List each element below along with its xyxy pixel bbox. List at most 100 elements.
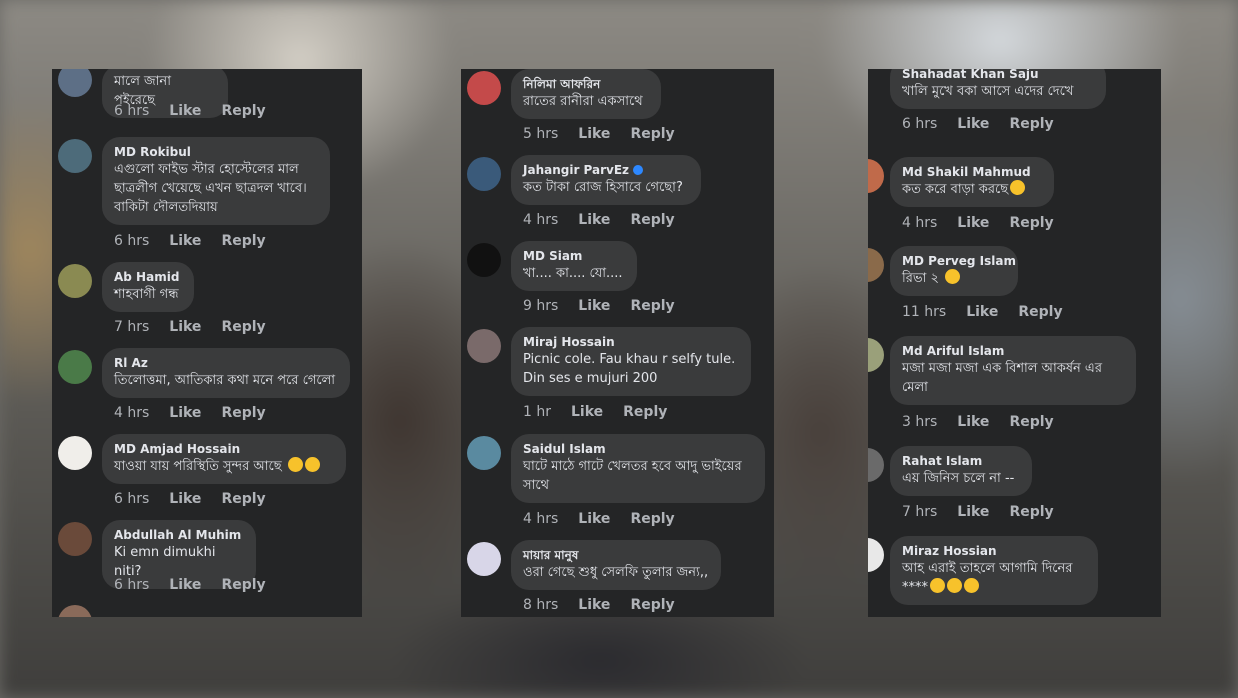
avatar[interactable]: [868, 338, 884, 372]
like-button[interactable]: Like: [169, 103, 201, 119]
comment-author[interactable]: Jahangir ParvEz: [523, 163, 629, 177]
like-button[interactable]: Like: [169, 491, 201, 507]
comment-time[interactable]: 1 hr: [523, 404, 551, 420]
avatar[interactable]: [58, 139, 92, 173]
comment-author[interactable]: MD Perveg Islam: [902, 253, 1016, 269]
avatar[interactable]: [58, 69, 92, 97]
comment-author[interactable]: MD Rokibul: [114, 144, 318, 160]
avatar[interactable]: [58, 605, 92, 617]
like-button[interactable]: Like: [578, 511, 610, 527]
comment-text: যাওয়া যায় পরিস্থিতি সুন্দর আছে: [114, 459, 282, 474]
comment-time[interactable]: 6 hrs: [114, 491, 149, 507]
comment-text: শাহবাগী গন্ধ: [114, 287, 179, 302]
smiling-emoji-icon: [304, 457, 320, 472]
reply-button[interactable]: Reply: [630, 212, 674, 228]
like-button[interactable]: Like: [957, 414, 989, 430]
comment-actions: 6 hrs Like Reply: [114, 233, 286, 249]
like-button[interactable]: Like: [957, 504, 989, 520]
like-button[interactable]: Like: [578, 597, 610, 613]
comment-time[interactable]: 6 hrs: [902, 116, 937, 132]
like-button[interactable]: Like: [578, 126, 610, 142]
reply-button[interactable]: Reply: [1009, 116, 1053, 132]
comment-text: কত করে বাড়া করছে: [902, 182, 1009, 197]
reply-button[interactable]: Reply: [630, 298, 674, 314]
avatar[interactable]: [58, 522, 92, 556]
like-button[interactable]: Like: [571, 404, 603, 420]
comment-time[interactable]: 4 hrs: [902, 215, 937, 231]
reply-button[interactable]: Reply: [221, 319, 265, 335]
comment-author[interactable]: Abdullah Al Muhim: [114, 527, 244, 543]
avatar[interactable]: [467, 436, 501, 470]
comment-bubble: Jahangir ParvEz কত টাকা রোজ হিসাবে গেছো?: [511, 155, 701, 205]
comment-text: মজা মজা মজা এক বিশাল আকর্ষন এর মেলা: [902, 361, 1102, 395]
comment-author[interactable]: Rahat Islam: [902, 453, 1020, 469]
comment-time[interactable]: 11 hrs: [902, 304, 946, 320]
comment-time[interactable]: 4 hrs: [523, 212, 558, 228]
comment-author[interactable]: মায়ার মানুষ: [523, 547, 709, 563]
avatar[interactable]: [868, 248, 884, 282]
comment-author[interactable]: MD Amjad Hossain: [114, 441, 334, 457]
like-button[interactable]: Like: [966, 304, 998, 320]
like-button[interactable]: Like: [169, 233, 201, 249]
reply-button[interactable]: Reply: [1009, 414, 1053, 430]
like-button[interactable]: Like: [169, 577, 201, 593]
reply-button[interactable]: Reply: [221, 405, 265, 421]
comment-time[interactable]: 8 hrs: [523, 597, 558, 613]
avatar[interactable]: [467, 157, 501, 191]
avatar[interactable]: [868, 538, 884, 572]
reply-button[interactable]: Reply: [221, 103, 265, 119]
like-button[interactable]: Like: [957, 215, 989, 231]
reply-button[interactable]: Reply: [221, 233, 265, 249]
reply-button[interactable]: Reply: [1018, 304, 1062, 320]
comment-bubble: নিলিমা আফরিন রাতের রানীরা একসাথে: [511, 69, 661, 119]
comment-author[interactable]: Shahadat Khan Saju: [902, 69, 1094, 82]
comment-time[interactable]: 6 hrs: [114, 577, 149, 593]
comment-time[interactable]: 9 hrs: [523, 298, 558, 314]
reply-button[interactable]: Reply: [221, 491, 265, 507]
avatar[interactable]: [58, 264, 92, 298]
comment-actions: 4 hrs Like Reply: [902, 215, 1074, 231]
comment-author[interactable]: নিলিমা আফরিন: [523, 76, 649, 92]
comment-time[interactable]: 6 hrs: [114, 103, 149, 119]
avatar[interactable]: [868, 448, 884, 482]
reply-button[interactable]: Reply: [221, 577, 265, 593]
comment-author[interactable]: MD Siam: [523, 248, 625, 264]
comment-actions: 9 hrs Like Reply: [523, 298, 695, 314]
avatar[interactable]: [467, 329, 501, 363]
reply-button[interactable]: Reply: [630, 511, 674, 527]
comment-author[interactable]: Miraz Hossian: [902, 543, 1086, 559]
like-button[interactable]: Like: [578, 298, 610, 314]
comment-time[interactable]: 7 hrs: [902, 504, 937, 520]
comment-time[interactable]: 5 hrs: [523, 126, 558, 142]
comment-author[interactable]: Rl Az: [114, 355, 338, 371]
comment-time[interactable]: 6 hrs: [114, 233, 149, 249]
comment-author[interactable]: Saidul Islam: [523, 441, 753, 457]
reply-button[interactable]: Reply: [630, 597, 674, 613]
avatar[interactable]: [868, 159, 884, 193]
avatar[interactable]: [467, 542, 501, 576]
avatar[interactable]: [58, 436, 92, 470]
avatar[interactable]: [467, 71, 501, 105]
comment-time[interactable]: 4 hrs: [114, 405, 149, 421]
comment-author[interactable]: Miraj Hossain: [523, 334, 739, 350]
like-button[interactable]: Like: [578, 212, 610, 228]
comment-panel-2: নিলিমা আফরিন রাতের রানীরা একসাথে 5 hrs Li…: [461, 69, 774, 617]
comment-actions: 1 hr Like Reply: [523, 404, 687, 420]
reply-button[interactable]: Reply: [623, 404, 667, 420]
avatar[interactable]: [58, 350, 92, 384]
comment-author[interactable]: Md Ariful Islam: [902, 343, 1124, 359]
comment-actions: 4 hrs Like Reply: [523, 212, 695, 228]
like-button[interactable]: Like: [169, 405, 201, 421]
like-button[interactable]: Like: [169, 319, 201, 335]
like-button[interactable]: Like: [957, 116, 989, 132]
avatar[interactable]: [467, 243, 501, 277]
comment-time[interactable]: 7 hrs: [114, 319, 149, 335]
comment-time[interactable]: 4 hrs: [523, 511, 558, 527]
comment-actions: 6 hrs Like Reply: [114, 577, 286, 593]
comment-author[interactable]: Md Shakil Mahmud: [902, 164, 1042, 180]
reply-button[interactable]: Reply: [630, 126, 674, 142]
comment-time[interactable]: 3 hrs: [902, 414, 937, 430]
reply-button[interactable]: Reply: [1009, 504, 1053, 520]
comment-author[interactable]: Ab Hamid: [114, 269, 182, 285]
reply-button[interactable]: Reply: [1009, 215, 1053, 231]
